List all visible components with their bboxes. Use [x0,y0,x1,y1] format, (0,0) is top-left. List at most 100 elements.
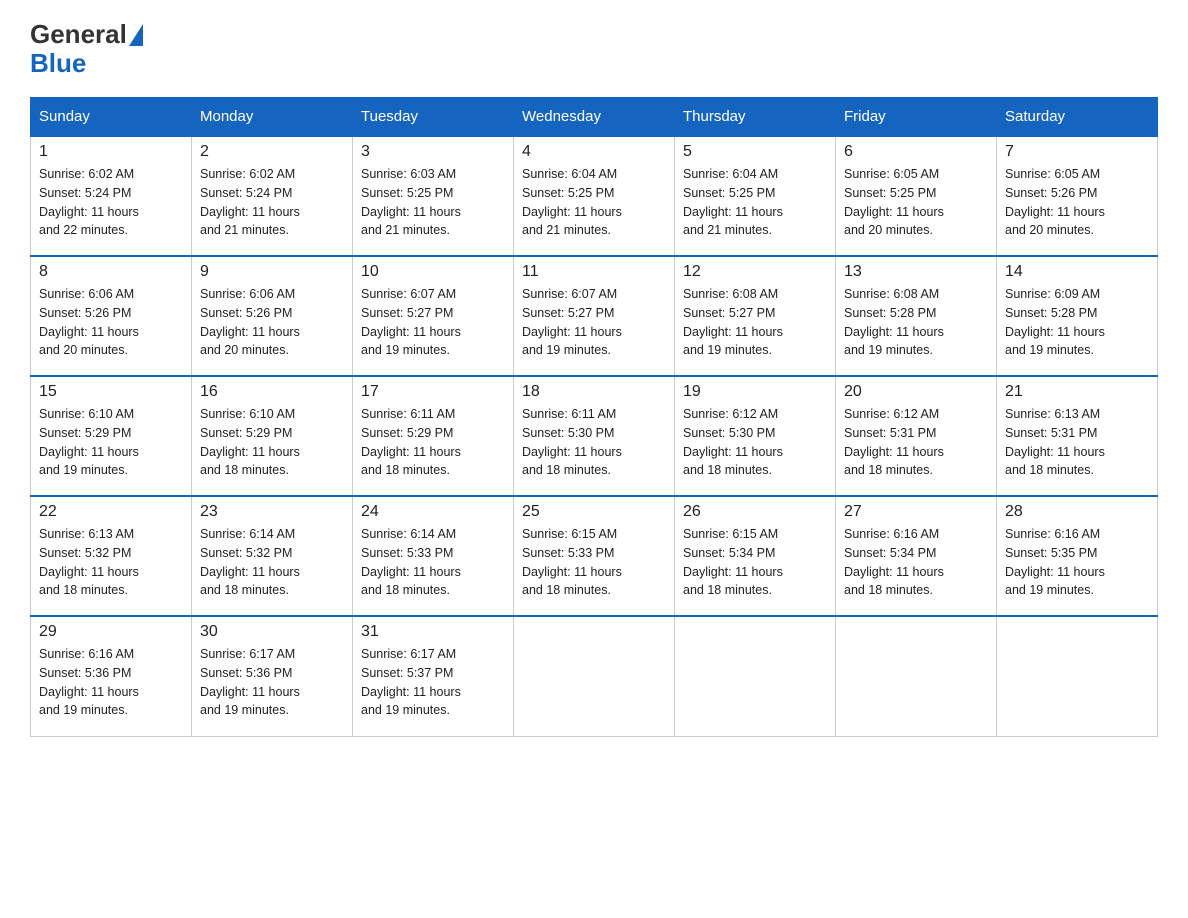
day-cell: 31 Sunrise: 6:17 AMSunset: 5:37 PMDaylig… [353,616,514,736]
day-number: 13 [844,263,988,281]
day-info: Sunrise: 6:02 AMSunset: 5:24 PMDaylight:… [39,165,183,240]
day-info: Sunrise: 6:12 AMSunset: 5:30 PMDaylight:… [683,405,827,480]
day-cell: 8 Sunrise: 6:06 AMSunset: 5:26 PMDayligh… [31,256,192,376]
day-cell: 5 Sunrise: 6:04 AMSunset: 5:25 PMDayligh… [675,136,836,256]
logo: General Blue [30,20,143,77]
day-cell: 6 Sunrise: 6:05 AMSunset: 5:25 PMDayligh… [836,136,997,256]
day-info: Sunrise: 6:04 AMSunset: 5:25 PMDaylight:… [522,165,666,240]
day-number: 18 [522,383,666,401]
day-number: 9 [200,263,344,281]
day-number: 22 [39,503,183,521]
day-header-thursday: Thursday [675,98,836,137]
day-cell [997,616,1158,736]
day-cell: 14 Sunrise: 6:09 AMSunset: 5:28 PMDaylig… [997,256,1158,376]
day-number: 19 [683,383,827,401]
day-info: Sunrise: 6:04 AMSunset: 5:25 PMDaylight:… [683,165,827,240]
day-info: Sunrise: 6:09 AMSunset: 5:28 PMDaylight:… [1005,285,1149,360]
day-info: Sunrise: 6:10 AMSunset: 5:29 PMDaylight:… [39,405,183,480]
page-header: General Blue [30,20,1158,77]
logo-text-blue: Blue [30,48,86,78]
day-cell: 11 Sunrise: 6:07 AMSunset: 5:27 PMDaylig… [514,256,675,376]
day-cell: 23 Sunrise: 6:14 AMSunset: 5:32 PMDaylig… [192,496,353,616]
day-info: Sunrise: 6:05 AMSunset: 5:26 PMDaylight:… [1005,165,1149,240]
day-info: Sunrise: 6:07 AMSunset: 5:27 PMDaylight:… [522,285,666,360]
day-number: 8 [39,263,183,281]
day-number: 17 [361,383,505,401]
day-info: Sunrise: 6:11 AMSunset: 5:30 PMDaylight:… [522,405,666,480]
day-number: 7 [1005,143,1149,161]
day-info: Sunrise: 6:07 AMSunset: 5:27 PMDaylight:… [361,285,505,360]
day-cell: 2 Sunrise: 6:02 AMSunset: 5:24 PMDayligh… [192,136,353,256]
day-number: 6 [844,143,988,161]
day-info: Sunrise: 6:12 AMSunset: 5:31 PMDaylight:… [844,405,988,480]
header-row: SundayMondayTuesdayWednesdayThursdayFrid… [31,98,1158,137]
week-row-4: 22 Sunrise: 6:13 AMSunset: 5:32 PMDaylig… [31,496,1158,616]
day-cell: 1 Sunrise: 6:02 AMSunset: 5:24 PMDayligh… [31,136,192,256]
day-cell: 24 Sunrise: 6:14 AMSunset: 5:33 PMDaylig… [353,496,514,616]
day-header-wednesday: Wednesday [514,98,675,137]
day-info: Sunrise: 6:13 AMSunset: 5:31 PMDaylight:… [1005,405,1149,480]
day-number: 20 [844,383,988,401]
day-info: Sunrise: 6:06 AMSunset: 5:26 PMDaylight:… [39,285,183,360]
day-number: 27 [844,503,988,521]
day-cell: 22 Sunrise: 6:13 AMSunset: 5:32 PMDaylig… [31,496,192,616]
day-header-tuesday: Tuesday [353,98,514,137]
day-info: Sunrise: 6:10 AMSunset: 5:29 PMDaylight:… [200,405,344,480]
calendar-table: SundayMondayTuesdayWednesdayThursdayFrid… [30,97,1158,737]
week-row-3: 15 Sunrise: 6:10 AMSunset: 5:29 PMDaylig… [31,376,1158,496]
day-header-friday: Friday [836,98,997,137]
day-number: 4 [522,143,666,161]
day-cell: 15 Sunrise: 6:10 AMSunset: 5:29 PMDaylig… [31,376,192,496]
day-number: 29 [39,623,183,641]
day-number: 24 [361,503,505,521]
week-row-2: 8 Sunrise: 6:06 AMSunset: 5:26 PMDayligh… [31,256,1158,376]
day-number: 28 [1005,503,1149,521]
day-number: 31 [361,623,505,641]
day-number: 12 [683,263,827,281]
day-cell: 4 Sunrise: 6:04 AMSunset: 5:25 PMDayligh… [514,136,675,256]
day-number: 2 [200,143,344,161]
day-cell: 3 Sunrise: 6:03 AMSunset: 5:25 PMDayligh… [353,136,514,256]
day-cell: 27 Sunrise: 6:16 AMSunset: 5:34 PMDaylig… [836,496,997,616]
day-cell: 18 Sunrise: 6:11 AMSunset: 5:30 PMDaylig… [514,376,675,496]
day-cell [514,616,675,736]
day-info: Sunrise: 6:13 AMSunset: 5:32 PMDaylight:… [39,525,183,600]
week-row-1: 1 Sunrise: 6:02 AMSunset: 5:24 PMDayligh… [31,136,1158,256]
day-cell: 21 Sunrise: 6:13 AMSunset: 5:31 PMDaylig… [997,376,1158,496]
day-number: 30 [200,623,344,641]
day-info: Sunrise: 6:17 AMSunset: 5:36 PMDaylight:… [200,645,344,720]
day-info: Sunrise: 6:14 AMSunset: 5:33 PMDaylight:… [361,525,505,600]
day-cell: 30 Sunrise: 6:17 AMSunset: 5:36 PMDaylig… [192,616,353,736]
day-info: Sunrise: 6:14 AMSunset: 5:32 PMDaylight:… [200,525,344,600]
day-cell: 13 Sunrise: 6:08 AMSunset: 5:28 PMDaylig… [836,256,997,376]
calendar-header: SundayMondayTuesdayWednesdayThursdayFrid… [31,98,1158,137]
day-number: 10 [361,263,505,281]
day-number: 3 [361,143,505,161]
day-header-monday: Monday [192,98,353,137]
day-info: Sunrise: 6:08 AMSunset: 5:27 PMDaylight:… [683,285,827,360]
day-cell: 29 Sunrise: 6:16 AMSunset: 5:36 PMDaylig… [31,616,192,736]
day-number: 1 [39,143,183,161]
day-number: 11 [522,263,666,281]
day-info: Sunrise: 6:03 AMSunset: 5:25 PMDaylight:… [361,165,505,240]
day-info: Sunrise: 6:05 AMSunset: 5:25 PMDaylight:… [844,165,988,240]
calendar-body: 1 Sunrise: 6:02 AMSunset: 5:24 PMDayligh… [31,136,1158,736]
day-cell: 19 Sunrise: 6:12 AMSunset: 5:30 PMDaylig… [675,376,836,496]
day-number: 16 [200,383,344,401]
day-cell: 25 Sunrise: 6:15 AMSunset: 5:33 PMDaylig… [514,496,675,616]
day-cell: 20 Sunrise: 6:12 AMSunset: 5:31 PMDaylig… [836,376,997,496]
day-info: Sunrise: 6:17 AMSunset: 5:37 PMDaylight:… [361,645,505,720]
day-number: 5 [683,143,827,161]
day-info: Sunrise: 6:08 AMSunset: 5:28 PMDaylight:… [844,285,988,360]
day-info: Sunrise: 6:06 AMSunset: 5:26 PMDaylight:… [200,285,344,360]
logo-text-general: General [30,20,127,49]
day-info: Sunrise: 6:15 AMSunset: 5:34 PMDaylight:… [683,525,827,600]
day-cell: 26 Sunrise: 6:15 AMSunset: 5:34 PMDaylig… [675,496,836,616]
day-number: 14 [1005,263,1149,281]
day-cell: 10 Sunrise: 6:07 AMSunset: 5:27 PMDaylig… [353,256,514,376]
day-cell: 16 Sunrise: 6:10 AMSunset: 5:29 PMDaylig… [192,376,353,496]
day-info: Sunrise: 6:11 AMSunset: 5:29 PMDaylight:… [361,405,505,480]
day-info: Sunrise: 6:16 AMSunset: 5:36 PMDaylight:… [39,645,183,720]
day-info: Sunrise: 6:16 AMSunset: 5:34 PMDaylight:… [844,525,988,600]
week-row-5: 29 Sunrise: 6:16 AMSunset: 5:36 PMDaylig… [31,616,1158,736]
